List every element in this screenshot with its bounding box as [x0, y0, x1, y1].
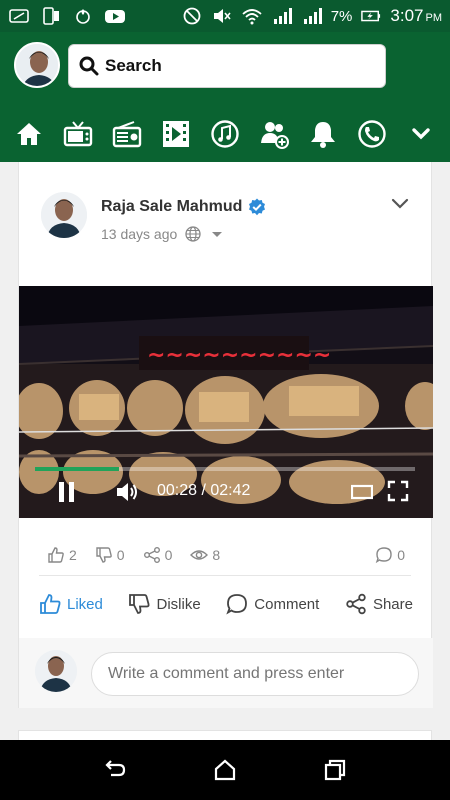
battery-percent: 7%: [330, 7, 353, 25]
thumbs-down-icon: [128, 593, 150, 615]
tv-icon[interactable]: [61, 117, 95, 151]
shares-value: 0: [164, 547, 173, 563]
signal-icon: [271, 7, 293, 25]
screenshot-icon: [8, 7, 30, 25]
author-avatar[interactable]: [41, 192, 87, 238]
my-avatar: [35, 650, 77, 692]
search-icon: [79, 56, 99, 76]
share-small-icon: [143, 546, 161, 564]
divider: [39, 575, 411, 576]
eye-icon: [190, 546, 209, 564]
globe-icon: [185, 226, 201, 242]
home-nav-icon[interactable]: [212, 757, 238, 783]
share-icon: [345, 593, 367, 615]
comment-label: Comment: [254, 595, 320, 613]
views-value: 8: [212, 547, 221, 563]
search-input[interactable]: Search: [68, 44, 386, 88]
video-progress-fill: [35, 467, 119, 471]
post-stats: 2 0 0 8 0: [19, 538, 433, 572]
more-icon[interactable]: [404, 117, 438, 151]
like-count[interactable]: 2: [47, 546, 77, 564]
profile-avatar[interactable]: [14, 42, 60, 88]
comment-button[interactable]: Comment: [226, 593, 319, 615]
fullscreen-icon[interactable]: [387, 480, 409, 502]
search-label: Search: [105, 56, 162, 75]
post-actions: Liked Dislike Comment Share: [19, 586, 433, 622]
signal-icon: [301, 7, 323, 25]
comment-icon: [226, 593, 248, 615]
video-icon[interactable]: [159, 117, 193, 151]
back-icon[interactable]: [102, 757, 128, 783]
thumbs-down-icon: [95, 546, 113, 564]
comment-composer: [19, 638, 433, 708]
wifi-icon: [241, 7, 263, 25]
like-label: Liked: [67, 595, 103, 613]
video-time: 00:28 / 02:42: [157, 482, 251, 499]
captions-icon[interactable]: [350, 482, 374, 502]
phone-icon: [40, 7, 62, 25]
music-icon[interactable]: [208, 117, 242, 151]
notifications-icon[interactable]: [306, 117, 340, 151]
post-card: Raja Sale Mahmud 13 days ago ~~~~~~~~~~ …: [18, 162, 433, 708]
dnd-icon: [181, 7, 203, 25]
location-icon: [72, 7, 94, 25]
privacy-dropdown-icon[interactable]: [209, 226, 225, 242]
call-icon[interactable]: [355, 117, 389, 151]
youtube-icon: [104, 7, 126, 25]
clock: 3:07 PM: [390, 6, 442, 25]
volume-icon[interactable]: [115, 480, 139, 504]
like-button[interactable]: Liked: [39, 593, 103, 615]
post-meta: 13 days ago: [101, 226, 225, 242]
dislike-button[interactable]: Dislike: [128, 593, 201, 615]
dislikes-value: 0: [116, 547, 125, 563]
view-count: 8: [190, 546, 220, 564]
share-count[interactable]: 0: [143, 546, 173, 564]
author-name-text[interactable]: Raja Sale Mahmud: [101, 198, 242, 216]
dislike-count[interactable]: 0: [95, 546, 125, 564]
comments-value: 0: [397, 547, 405, 563]
mute-icon: [211, 7, 233, 25]
battery-icon: [360, 7, 382, 25]
recents-icon[interactable]: [322, 757, 348, 783]
comment-input[interactable]: [91, 652, 419, 696]
radio-icon[interactable]: [110, 117, 144, 151]
video-controls: 00:28 / 02:42: [19, 480, 433, 506]
dislike-label: Dislike: [156, 595, 201, 613]
app-header: Search: [0, 32, 450, 162]
video-progress-bar[interactable]: [35, 467, 415, 471]
verified-icon: [248, 198, 266, 216]
friends-icon[interactable]: [257, 117, 291, 151]
share-label: Share: [372, 595, 413, 613]
post-header: Raja Sale Mahmud 13 days ago: [19, 162, 431, 286]
thumbs-up-icon: [47, 546, 65, 564]
comment-count[interactable]: 0: [375, 546, 405, 564]
system-nav-bar: [0, 740, 450, 800]
post-menu-chevron-icon[interactable]: [389, 192, 411, 214]
video-player[interactable]: ~~~~~~~~~~ 00:28 / 02:42: [19, 286, 433, 518]
author-name[interactable]: Raja Sale Mahmud: [101, 198, 266, 216]
pause-icon[interactable]: [57, 480, 77, 504]
svg-text:~~~~~~~~~~: ~~~~~~~~~~: [147, 343, 331, 368]
likes-value: 2: [69, 547, 77, 563]
post-time[interactable]: 13 days ago: [101, 226, 177, 242]
thumbs-up-icon: [39, 593, 61, 615]
status-bar: 7% 3:07 PM: [0, 0, 450, 32]
main-nav: [0, 112, 450, 156]
comment-small-icon: [375, 546, 393, 564]
home-icon[interactable]: [12, 117, 46, 151]
share-button[interactable]: Share: [345, 593, 413, 615]
